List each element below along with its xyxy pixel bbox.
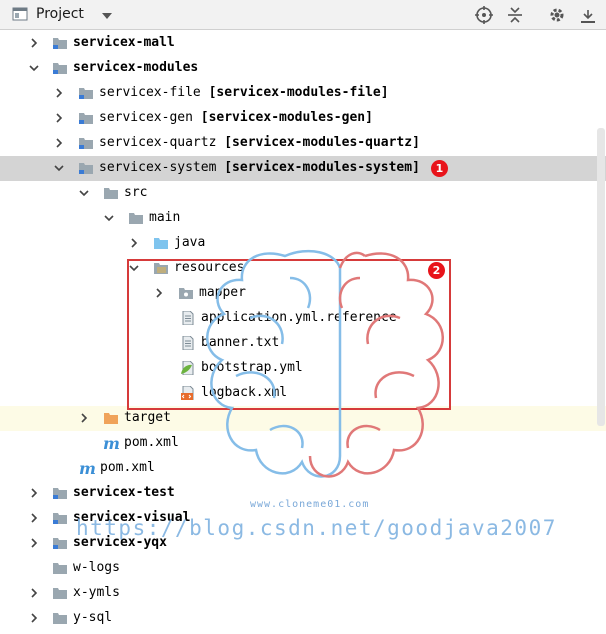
annotation-badge-1: 1 [431, 160, 448, 177]
tree-item-label: src [124, 185, 148, 200]
tree-row[interactable]: y-sql [0, 606, 606, 631]
tree-row[interactable]: m pom.xml [0, 431, 606, 456]
project-view-icon [12, 7, 28, 21]
maven-icon: m [103, 434, 120, 453]
module-name-suffix: [servicex-modules-system] [216, 160, 420, 175]
tree-item-label: java [174, 235, 206, 250]
tree-item-label: pom.xml [100, 460, 155, 475]
tree-item-label: w-logs [73, 560, 120, 575]
annotation-highlight-box [127, 259, 451, 410]
tree-row[interactable]: main [0, 206, 606, 231]
chevron-right-icon[interactable] [128, 237, 140, 249]
tree-row[interactable]: m pom.xml [0, 456, 606, 481]
chevron-right-icon[interactable] [53, 137, 65, 149]
folder-icon [52, 561, 68, 575]
tree-item-label: main [149, 210, 181, 225]
module-folder-icon [52, 536, 68, 550]
tree-row[interactable]: servicex-quartz [servicex-modules-quartz… [0, 131, 606, 156]
watermark-url: https://blog.csdn.net/goodjava2007 [76, 516, 557, 540]
tree-row[interactable]: servicex-modules [0, 56, 606, 81]
tree-row[interactable]: w-logs [0, 556, 606, 581]
collapse-icon[interactable] [505, 5, 525, 25]
chevron-down-icon[interactable] [78, 187, 90, 199]
hide-icon[interactable] [578, 5, 598, 25]
tree-item-label: servicex-mall [73, 35, 175, 50]
svg-text:m: m [103, 436, 119, 450]
tool-window-title[interactable]: Project [36, 6, 84, 22]
svg-text:m: m [79, 461, 95, 475]
tree-item-label: target [124, 410, 171, 425]
tree-item-label: servicex-file [servicex-modules-file] [99, 85, 389, 100]
locate-icon[interactable] [474, 5, 494, 25]
annotation-badge-2: 2 [428, 262, 445, 279]
chevron-right-icon[interactable] [53, 87, 65, 99]
project-toolbar: Project [0, 0, 606, 30]
tree-item-label: servicex-modules [73, 60, 199, 75]
module-name-suffix: [servicex-modules-quartz] [216, 135, 420, 150]
folder-icon [52, 586, 68, 600]
chevron-right-icon[interactable] [53, 112, 65, 124]
chevron-right-icon[interactable] [28, 487, 40, 499]
chevron-right-icon[interactable] [28, 512, 40, 524]
module-folder-icon [78, 86, 94, 100]
folder-icon [103, 186, 119, 200]
module-name-suffix: [servicex-modules-gen] [192, 110, 373, 125]
folder-icon [52, 611, 68, 625]
chevron-right-icon[interactable] [28, 587, 40, 599]
tree-item-label: servicex-test [73, 485, 175, 500]
module-folder-icon [52, 36, 68, 50]
chevron-right-icon[interactable] [28, 537, 40, 549]
vertical-scrollbar[interactable] [597, 128, 605, 426]
tree-row[interactable]: servicex-system [servicex-modules-system… [0, 156, 606, 181]
chevron-down-icon[interactable] [53, 162, 65, 174]
tree-row[interactable]: servicex-gen [servicex-modules-gen] [0, 106, 606, 131]
chevron-down-icon[interactable] [28, 62, 40, 74]
folder-icon [128, 211, 144, 225]
maven-icon: m [79, 459, 96, 478]
tree-row[interactable]: src [0, 181, 606, 206]
tree-item-label: servicex-system [servicex-modules-system… [99, 160, 420, 175]
watermark-site-small: www.cloneme01.com [250, 499, 370, 510]
chevron-right-icon[interactable] [28, 612, 40, 624]
module-folder-icon [78, 161, 94, 175]
tree-item-label: servicex-quartz [servicex-modules-quartz… [99, 135, 420, 150]
module-folder-icon [78, 111, 94, 125]
chevron-down-icon[interactable] [103, 212, 115, 224]
tree-item-label: y-sql [73, 610, 113, 625]
module-folder-icon [52, 61, 68, 75]
excluded-folder-icon [103, 411, 119, 425]
module-name-suffix: [servicex-modules-file] [200, 85, 389, 100]
tree-item-label: servicex-gen [servicex-modules-gen] [99, 110, 373, 125]
tree-row[interactable]: servicex-file [servicex-modules-file] [0, 81, 606, 106]
module-folder-icon [78, 136, 94, 150]
settings-icon[interactable] [547, 5, 567, 25]
tree-row[interactable]: java [0, 231, 606, 256]
tree-row[interactable]: servicex-mall [0, 31, 606, 56]
tree-item-label: x-ymls [73, 585, 120, 600]
source-folder-icon [153, 236, 169, 250]
dropdown-icon[interactable] [100, 10, 114, 22]
tree-item-label: pom.xml [124, 435, 179, 450]
chevron-right-icon[interactable] [78, 412, 90, 424]
module-folder-icon [52, 486, 68, 500]
chevron-right-icon[interactable] [28, 37, 40, 49]
tree-row[interactable]: x-ymls [0, 581, 606, 606]
module-folder-icon [52, 511, 68, 525]
